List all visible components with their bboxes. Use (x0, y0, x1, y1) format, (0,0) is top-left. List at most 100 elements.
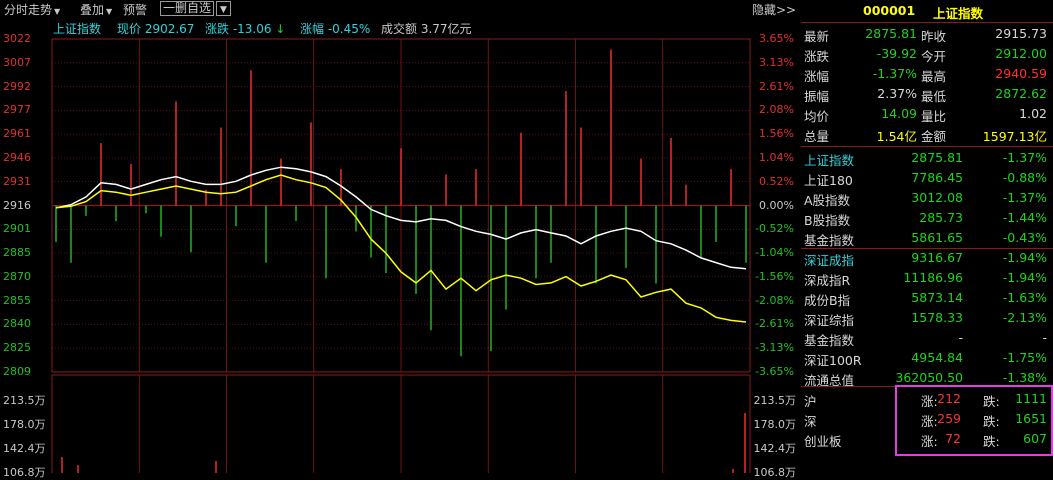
index-value: 1578.33 (911, 310, 963, 325)
chevron-down-icon: ▼ (54, 7, 61, 16)
quote-value: 2875.81 (865, 26, 917, 41)
index-pct: -1.37% (1002, 150, 1047, 165)
pct-tick-label: -3.65% (755, 365, 794, 378)
quote-label: 最高 (921, 69, 947, 84)
intraday-chart: 上证指数 现价 2902.67 涨跌 -13.06 ↓ 涨幅 -0.45% 成交… (0, 17, 800, 479)
volume-tick-label: 106.8万 (753, 466, 797, 479)
quote-value: 2915.73 (995, 26, 1047, 41)
pct-tick-label: 2.61% (759, 79, 794, 93)
watchlist-select[interactable]: 一删自选 (160, 1, 215, 16)
volume-tick-label: 213.5万 (753, 394, 797, 407)
price-tick-label: 3022 (3, 32, 31, 45)
index-value: 5861.65 (911, 230, 963, 245)
pct-tick-label: -3.13% (755, 341, 794, 355)
quote-value: 1.54亿 (876, 129, 917, 144)
price-tick-label: 2825 (3, 341, 31, 355)
quote-label: 昨收 (921, 29, 947, 44)
price-tick-label: 2977 (3, 103, 31, 117)
index-row[interactable]: 上证180 7786.45 -0.88% (801, 168, 1053, 188)
price-tick-label: 2840 (3, 317, 31, 331)
chevron-down-icon: ▼ (220, 5, 227, 15)
overlay-menu-label: 叠加 (80, 3, 105, 17)
market-name: 深 (804, 414, 817, 429)
index-row[interactable]: 深证成指 9316.67 -1.94% (801, 248, 1053, 268)
quote-header: 000001 上证指数 (801, 0, 1053, 22)
overlay-menu[interactable]: 叠加 ▼ (80, 1, 112, 18)
chevron-down-icon: ▼ (106, 7, 113, 16)
index-pct: -2.13% (1002, 310, 1047, 325)
quote-value: 1.02 (1019, 106, 1047, 121)
index-pct: -1.94% (1002, 270, 1047, 285)
hide-panel-button[interactable]: 隐藏>> (752, 1, 796, 18)
index-row[interactable]: 基金指数 - - (801, 328, 1053, 348)
intraday-menu-label: 分时走势 (4, 3, 53, 17)
index-value: 3012.08 (911, 190, 963, 205)
pct-tick-label: 0.00% (759, 198, 794, 212)
chart-canvas[interactable] (0, 17, 800, 473)
index-name: 深证成指 (804, 253, 855, 268)
price-tick-label: 2885 (3, 246, 31, 260)
chart-toolbar: 分时走势 ▼ 叠加 ▼ 预警 一删自选 ▼ 隐藏>> (0, 0, 800, 17)
watchlist-dropdown-button[interactable]: ▼ (216, 1, 231, 16)
volume-tick-label: 178.0万 (3, 418, 46, 431)
price-tick-label: 2916 (3, 198, 31, 212)
quote-value: 1597.13亿 (982, 129, 1047, 144)
index-name: 上证180 (804, 173, 853, 188)
alert-button[interactable]: 预警 (123, 1, 147, 18)
pct-tick-label: 3.13% (759, 55, 794, 69)
index-name: 基金指数 (804, 333, 855, 348)
quote-value: 2872.62 (995, 86, 1047, 101)
pct-tick-label: 1.04% (759, 150, 794, 164)
index-row[interactable]: 深证综指 1578.33 -2.13% (801, 308, 1053, 328)
stock-name: 上证指数 (933, 6, 984, 21)
price-tick-label: 2961 (3, 127, 31, 141)
quote-label: 最新 (804, 29, 830, 44)
pct-tick-label: -2.08% (755, 293, 794, 307)
price-tick-label: 2946 (3, 150, 31, 164)
index-row[interactable]: B股指数 285.73 -1.44% (801, 208, 1053, 228)
price-tick-label: 2931 (3, 174, 31, 188)
market-name: 创业板 (804, 434, 842, 449)
volume-tick-label: 106.8万 (3, 466, 46, 479)
volume-tick-label: 213.5万 (3, 394, 46, 407)
index-value: 11186.96 (903, 270, 963, 285)
index-row[interactable]: 基金指数 5861.65 -0.43% (801, 228, 1053, 248)
quote-row: 振幅 2.37% 最低 2872.62 (801, 84, 1053, 104)
index-row[interactable]: 成份B指 5873.14 -1.63% (801, 288, 1053, 308)
index-pct: -1.63% (1002, 290, 1047, 305)
quote-value: 2.37% (877, 86, 917, 101)
index-pct: -1.44% (1002, 210, 1047, 225)
index-name: A股指数 (804, 193, 851, 208)
price-tick-label: 2870 (3, 269, 31, 283)
pct-tick-label: 1.56% (759, 127, 794, 141)
quote-value: -39.92 (876, 46, 917, 61)
pct-tick-label: -0.52% (755, 222, 794, 236)
index-name: 深成指R (804, 273, 851, 288)
quote-label: 最低 (921, 89, 947, 104)
index-row[interactable]: A股指数 3012.08 -1.37% (801, 188, 1053, 208)
divider (801, 146, 1053, 147)
index-name: 深证100R (804, 353, 862, 368)
price-tick-label: 2809 (3, 365, 31, 378)
index-row[interactable]: 上证指数 2875.81 -1.37% (801, 148, 1053, 168)
index-name: 深证综指 (804, 313, 855, 328)
index-pct: -0.43% (1002, 230, 1047, 245)
index-name: 成份B指 (804, 293, 851, 308)
index-row[interactable]: 深成指R 11186.96 -1.94% (801, 268, 1053, 288)
intraday-menu[interactable]: 分时走势 ▼ (4, 1, 60, 18)
quote-row: 总量 1.54亿 金额 1597.13亿 (801, 124, 1053, 144)
quote-value: 2912.00 (995, 46, 1047, 61)
quote-label: 涨跌 (804, 49, 830, 64)
volume-tick-label: 142.4万 (753, 442, 797, 455)
index-value: 7786.45 (911, 170, 963, 185)
divider (801, 22, 1053, 23)
pct-tick-label: -1.04% (755, 246, 794, 260)
quote-label: 振幅 (804, 89, 830, 104)
index-value: 5873.14 (911, 290, 963, 305)
price-tick-label: 2992 (3, 79, 31, 93)
index-value: 2875.81 (911, 150, 963, 165)
price-tick-label: 2855 (3, 293, 31, 307)
index-row[interactable]: 深证100R 4954.84 -1.75% (801, 348, 1053, 368)
quote-value: 2940.59 (995, 66, 1047, 81)
alert-label: 预警 (123, 3, 148, 17)
